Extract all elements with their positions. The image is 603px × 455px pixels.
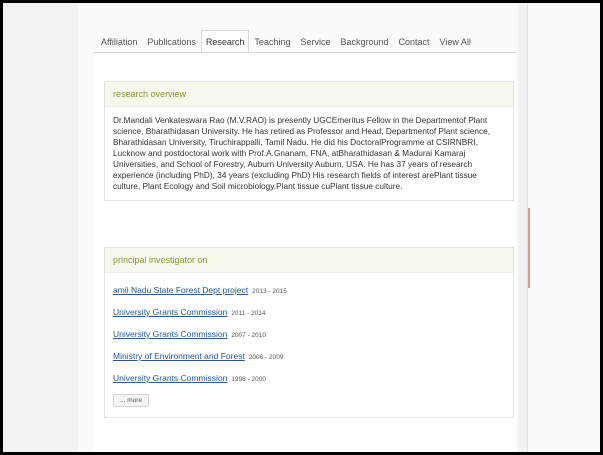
research-overview-title: research overview: [105, 82, 513, 107]
tab-teaching[interactable]: Teaching: [249, 30, 295, 53]
list-item: University Grants Commission 2007 - 2010: [113, 323, 505, 345]
grant-link[interactable]: University Grants Commission: [113, 329, 227, 339]
list-item: Ministry of Environment and Forest 2006 -…: [113, 345, 505, 367]
tab-content: research overview Dr.Mandali Venkateswar…: [94, 52, 516, 452]
grant-years: 2007 - 2010: [231, 332, 267, 339]
tab-research[interactable]: Research: [200, 30, 250, 53]
list-item: University Grants Commission 2011 - 2014: [113, 301, 505, 323]
more-button[interactable]: ... more: [113, 394, 150, 407]
list-item: University Grants Commission 1998 - 2000: [113, 367, 505, 389]
browser-viewport: Affiliation Publications Research Teachi…: [3, 3, 600, 452]
list-item: amil Nadu State Forest Dept project 2013 …: [113, 279, 505, 301]
grant-link[interactable]: University Grants Commission: [113, 373, 227, 383]
tab-background[interactable]: Background: [335, 30, 393, 53]
tab-service[interactable]: Service: [295, 30, 335, 53]
principal-investigator-title: principal investigator on: [105, 248, 513, 273]
grant-years: 2013 - 2015: [252, 288, 287, 295]
grant-list: amil Nadu State Forest Dept project 2013 …: [105, 273, 513, 417]
profile-tabs: Affiliation Publications Research Teachi…: [96, 30, 476, 53]
research-overview-text: Dr.Mandali Venkateswara Rao (M.V.RAO) is…: [113, 115, 491, 191]
grant-link[interactable]: Ministry of Environment and Forest: [113, 351, 245, 361]
profile-page: Affiliation Publications Research Teachi…: [78, 3, 518, 452]
principal-investigator-panel: principal investigator on amil Nadu Stat…: [104, 247, 514, 418]
sidebar-accent: [528, 208, 530, 288]
grant-years: 1998 - 2000: [231, 376, 267, 383]
right-sidebar: [527, 3, 600, 452]
grant-link[interactable]: amil Nadu State Forest Dept project: [113, 285, 248, 295]
research-overview-panel: research overview Dr.Mandali Venkateswar…: [104, 81, 514, 201]
grant-years: 2006 - 2009: [248, 354, 284, 361]
tab-contact[interactable]: Contact: [394, 30, 435, 53]
grant-link[interactable]: University Grants Commission: [113, 307, 227, 317]
tab-publications[interactable]: Publications: [142, 30, 201, 53]
tab-view-all[interactable]: View All: [435, 30, 476, 53]
grant-years: 2011 - 2014: [231, 310, 266, 317]
tab-affiliation[interactable]: Affiliation: [96, 30, 142, 53]
